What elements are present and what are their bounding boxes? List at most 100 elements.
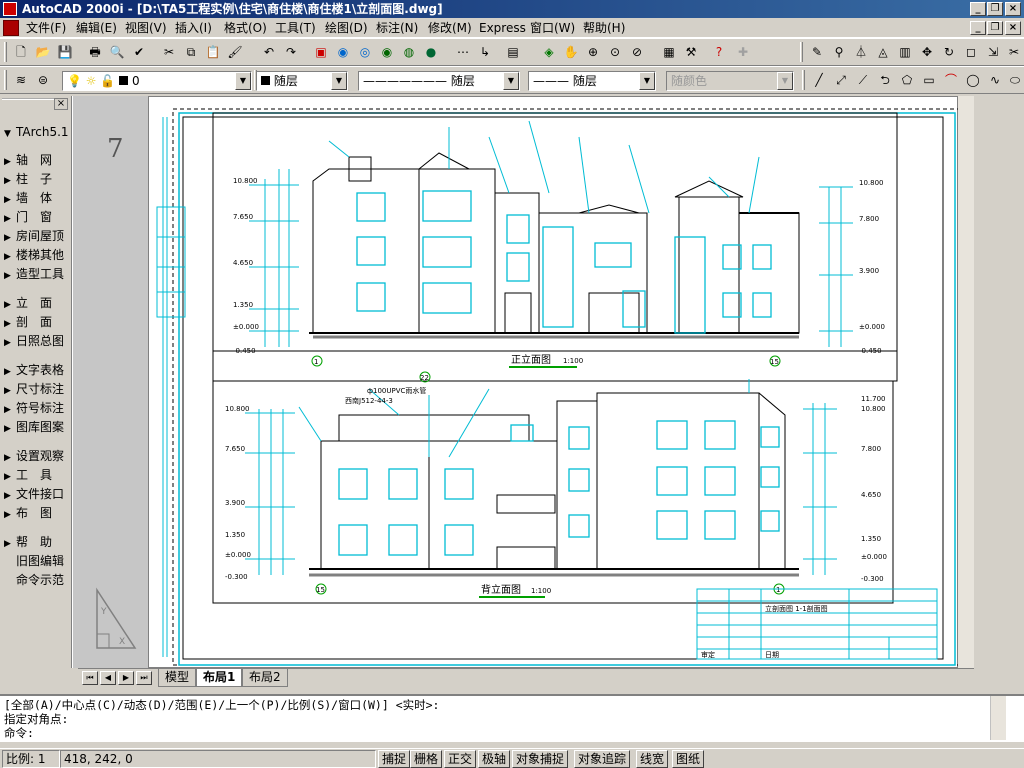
doc-close-button[interactable]: × — [1005, 21, 1021, 35]
grid-toggle[interactable]: 栅格 — [410, 750, 443, 768]
distance-icon[interactable]: ▤ — [504, 43, 522, 61]
copy-icon[interactable]: ⧉ — [182, 43, 200, 61]
tarch-menu-layout[interactable]: ▶ 布 图 — [4, 505, 52, 523]
rotate-icon[interactable]: ↻ — [940, 43, 958, 61]
ucs-icon[interactable]: ↳ — [476, 43, 494, 61]
menu-help[interactable]: 帮助(H) — [583, 20, 625, 36]
trim-icon[interactable]: ✂ — [1005, 43, 1023, 61]
layer-dropdown[interactable]: 💡 ☼ 🔓 0 ▼ — [62, 71, 252, 91]
polar-toggle[interactable]: 极轴 — [478, 750, 511, 768]
close-button[interactable]: × — [1005, 2, 1021, 16]
tarch-menu-room-roof[interactable]: ▶ 房间屋顶 — [4, 228, 64, 246]
tarch-menu-column[interactable]: ▶ 柱 子 — [4, 171, 52, 189]
rectangle-icon[interactable]: ▭ — [920, 71, 938, 89]
document-icon[interactable] — [3, 20, 19, 36]
tarch-menu-command-demo[interactable]: 命令示范 — [4, 572, 64, 588]
menu-modify[interactable]: 修改(M) — [428, 20, 472, 36]
snap-toggle[interactable]: 捕捉 — [378, 750, 411, 768]
drawing-vertical-scrollbar[interactable] — [958, 96, 974, 668]
chevron-down-icon[interactable]: ▼ — [331, 72, 347, 90]
pan-realtime-icon[interactable]: ✋ — [562, 43, 580, 61]
command-scrollbar[interactable] — [990, 696, 1006, 740]
doc-restore-button[interactable]: ❐ — [987, 21, 1003, 35]
construction-line-icon[interactable]: ⤢ — [832, 71, 850, 89]
otrack-toggle[interactable]: 对象追踪 — [574, 750, 631, 768]
toolbar-grip-modify[interactable] — [800, 42, 803, 62]
today-icon[interactable]: ▣ — [312, 43, 330, 61]
next-tab-icon[interactable]: ▶ — [118, 671, 134, 685]
chevron-down-icon[interactable]: ▼ — [503, 72, 519, 90]
menu-insert[interactable]: 插入(I) — [175, 20, 212, 36]
help-add-icon[interactable]: ✚ — [734, 43, 752, 61]
tarch-title[interactable]: ▼ TArch5.1 — [4, 124, 69, 142]
etransmit-icon[interactable]: ◍ — [400, 43, 418, 61]
web-browser-icon[interactable]: ◎ — [356, 43, 374, 61]
tarch-menu-axis[interactable]: ▶ 轴 网 — [4, 152, 52, 170]
chevron-down-icon[interactable]: ▼ — [639, 72, 655, 90]
tab-model[interactable]: 模型 — [158, 669, 197, 687]
match-properties-icon[interactable]: 🖌 — [226, 43, 244, 61]
menu-draw[interactable]: 绘图(D) — [325, 20, 368, 36]
zoom-realtime-icon[interactable]: ⊕ — [584, 43, 602, 61]
object-snap-icon[interactable]: ⋯ — [454, 43, 472, 61]
prev-tab-icon[interactable]: ◀ — [100, 671, 116, 685]
polyline-icon[interactable]: ⟋ — [854, 71, 872, 89]
ortho-toggle[interactable]: 正交 — [444, 750, 477, 768]
save-icon[interactable]: 💾 — [56, 43, 74, 61]
open-file-icon[interactable]: 📂 — [34, 43, 52, 61]
tarch-menu-settings[interactable]: ▶ 设置观察 — [4, 448, 64, 466]
print-preview-icon[interactable]: 🔍 — [108, 43, 126, 61]
insert-hyperlink-icon[interactable]: ● — [422, 43, 440, 61]
mirror-icon[interactable]: ⏃ — [852, 43, 870, 61]
zoom-previous-icon[interactable]: ⊘ — [628, 43, 646, 61]
drawing-canvas[interactable]: 10.800 7.650 4.650 1.350 ±0.000 -0.450 1… — [148, 96, 962, 668]
tarch-menu-old-drawing[interactable]: 旧图编辑 — [4, 553, 64, 569]
stretch-icon[interactable]: ⇲ — [984, 43, 1002, 61]
first-tab-icon[interactable]: ⏮ — [82, 671, 98, 685]
meet-now-icon[interactable]: ◉ — [334, 43, 352, 61]
move-icon[interactable]: ✥ — [918, 43, 936, 61]
tarch-menu-modeling[interactable]: ▶ 造型工具 — [4, 266, 64, 284]
help-icon[interactable]: ? — [710, 43, 728, 61]
menu-edit[interactable]: 编辑(E) — [76, 20, 117, 36]
tarch-menu-symbol[interactable]: ▶ 符号标注 — [4, 400, 64, 418]
linetype-dropdown[interactable]: ——————— 随层 ▼ — [358, 71, 520, 91]
toolbar-grip-layers[interactable] — [4, 70, 7, 90]
spell-check-icon[interactable]: ✔ — [130, 43, 148, 61]
spline-icon[interactable]: ∿ — [986, 71, 1004, 89]
command-prompt[interactable]: 命令: — [4, 726, 34, 740]
make-object-layer-current-icon[interactable]: ⊜ — [34, 71, 52, 89]
tarch-menu-library[interactable]: ▶ 图库图案 — [4, 419, 64, 437]
chevron-down-icon[interactable]: ▼ — [235, 72, 251, 90]
autocad-app-icon[interactable] — [3, 2, 17, 16]
toolbar-grip-draw[interactable] — [802, 70, 805, 90]
erase-icon[interactable]: ✎ — [808, 43, 826, 61]
properties-icon[interactable]: ▦ — [660, 43, 678, 61]
chevron-down-icon[interactable]: ▼ — [777, 72, 793, 90]
tarch-menu-elevation[interactable]: ▶ 立 面 — [4, 295, 52, 313]
design-center-icon[interactable]: ⚒ — [682, 43, 700, 61]
copy-object-icon[interactable]: ⚲ — [830, 43, 848, 61]
rectangle-pentagon-icon[interactable]: ⬠ — [898, 71, 916, 89]
menu-tools[interactable]: 工具(T) — [275, 20, 316, 36]
tarch-menu-file-interface[interactable]: ▶ 文件接口 — [4, 486, 64, 504]
coordinate-readout[interactable]: 418, 242, 0 — [60, 750, 376, 768]
cut-icon[interactable]: ✂ — [160, 43, 178, 61]
tarch-menu-doorwindow[interactable]: ▶ 门 窗 — [4, 209, 52, 227]
offset-icon[interactable]: ◬ — [874, 43, 892, 61]
menu-file[interactable]: 文件(F) — [26, 20, 66, 36]
circle-icon[interactable]: ◯ — [964, 71, 982, 89]
redo-icon[interactable]: ↷ — [282, 43, 300, 61]
zoom-window-icon[interactable]: ⊙ — [606, 43, 624, 61]
ellipse-icon[interactable]: ⬭ — [1006, 71, 1024, 89]
tarch-menu-wall[interactable]: ▶ 墙 体 — [4, 190, 52, 208]
line-icon[interactable]: ╱ — [810, 71, 828, 89]
menu-window[interactable]: 窗口(W) — [530, 20, 575, 36]
menu-format[interactable]: 格式(O) — [224, 20, 267, 36]
tab-layout2[interactable]: 布局2 — [242, 669, 288, 687]
last-tab-icon[interactable]: ⏭ — [136, 671, 152, 685]
publish-web-icon[interactable]: ◉ — [378, 43, 396, 61]
paper-space-margin[interactable]: 7 Y X — [72, 96, 148, 668]
doc-minimize-button[interactable]: _ — [970, 21, 986, 35]
restore-button[interactable]: ❐ — [987, 2, 1003, 16]
